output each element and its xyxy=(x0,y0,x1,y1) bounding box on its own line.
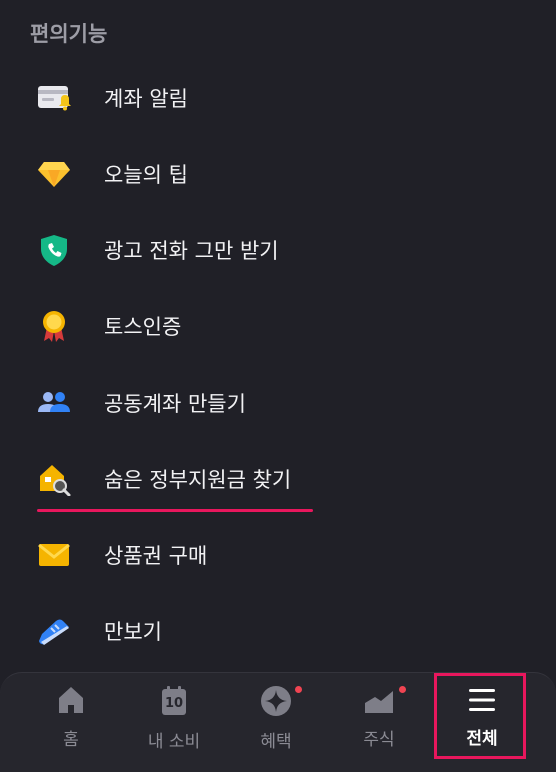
nav-label: 주식 xyxy=(363,730,395,750)
menu-item-label: 만보기 xyxy=(104,620,162,644)
home-icon xyxy=(54,685,88,715)
menu-item-block-ad-calls[interactable]: 광고 전화 그만 받기 xyxy=(0,220,556,280)
menu-item-gift-card[interactable]: 상품권 구매 xyxy=(0,525,556,585)
nav-label: 홈 xyxy=(63,730,79,750)
nav-tab-home[interactable]: 홈 xyxy=(21,685,121,750)
sparkle-icon xyxy=(259,685,302,717)
calendar-icon: 10 xyxy=(157,685,191,717)
chart-icon xyxy=(362,685,406,715)
envelope-icon xyxy=(36,539,72,571)
menu-item-label: 광고 전화 그만 받기 xyxy=(104,239,279,263)
shield-phone-icon xyxy=(36,234,72,266)
menu-item-account-alert[interactable]: 계좌 알림 xyxy=(0,68,556,128)
nav-tab-spending[interactable]: 10 내 소비 xyxy=(124,685,224,752)
medal-icon xyxy=(36,310,72,342)
menu-item-label: 오늘의 팁 xyxy=(104,163,188,187)
nav-label: 혜택 xyxy=(260,732,292,752)
menu-item-label: 토스인증 xyxy=(104,315,182,339)
active-tab-highlight xyxy=(434,673,526,759)
menu-item-find-subsidy[interactable]: 숨은 정부지원금 찾기 xyxy=(0,449,556,509)
menu-item-label: 상품권 구매 xyxy=(104,544,208,568)
highlight-underline xyxy=(37,509,313,512)
nav-label: 내 소비 xyxy=(147,732,201,752)
nav-tab-benefits[interactable]: 혜택 xyxy=(226,685,326,752)
notification-dot xyxy=(399,686,406,693)
people-icon xyxy=(36,387,72,419)
menu-item-pedometer[interactable]: 만보기 xyxy=(0,601,556,661)
house-search-icon xyxy=(36,463,72,496)
menu-item-joint-account[interactable]: 공동계좌 만들기 xyxy=(0,373,556,433)
notification-dot xyxy=(295,686,302,693)
menu-item-label: 계좌 알림 xyxy=(104,87,188,111)
calendar-day-text: 10 xyxy=(164,696,184,711)
menu-item-label: 숨은 정부지원금 찾기 xyxy=(104,468,292,492)
nav-tab-stocks[interactable]: 주식 xyxy=(329,685,429,750)
menu-item-daily-tip[interactable]: 오늘의 팁 xyxy=(0,144,556,204)
section-title: 편의기능 xyxy=(30,22,108,46)
sneaker-icon xyxy=(36,615,72,647)
menu-item-label: 공동계좌 만들기 xyxy=(104,392,246,416)
menu-item-toss-auth[interactable]: 토스인증 xyxy=(0,296,556,356)
account-bell-icon xyxy=(36,82,72,114)
diamond-icon xyxy=(36,158,72,190)
